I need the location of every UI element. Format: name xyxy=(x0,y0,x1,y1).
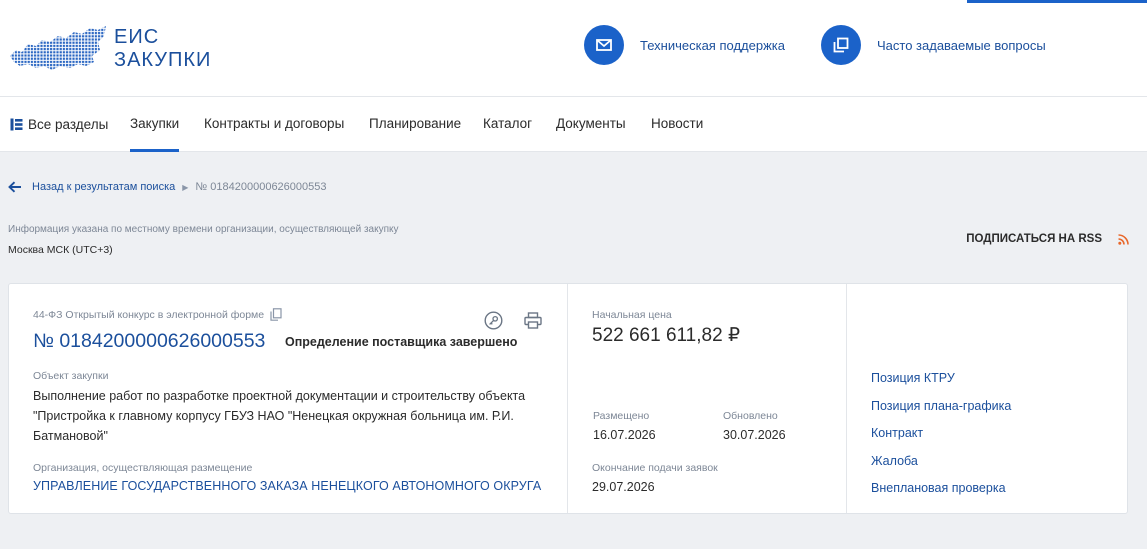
nav-item-contracts[interactable]: Контракты и договоры xyxy=(204,97,344,152)
eis-logo[interactable]: ЕИС ЗАКУПКИ xyxy=(8,22,228,78)
timezone-note: Информация указана по местному времени о… xyxy=(8,224,399,235)
breadcrumb-current: № 0184200000626000553 xyxy=(195,181,327,193)
rss-icon xyxy=(1118,233,1129,245)
nav-item-planning[interactable]: Планирование xyxy=(369,97,461,152)
breadcrumb: Назад к результатам поиска ▶ № 018420000… xyxy=(8,178,327,196)
copy-icon[interactable] xyxy=(270,308,282,321)
printer-icon[interactable] xyxy=(523,310,543,330)
russia-map-logo-icon xyxy=(10,26,106,70)
placed-date: 16.07.2026 xyxy=(593,428,656,442)
faq-label: Часто задаваемые вопросы xyxy=(877,37,1046,53)
nav-item-news[interactable]: Новости xyxy=(651,97,703,152)
sections-icon xyxy=(10,118,23,131)
site-header: ЕИС ЗАКУПКИ Техническая поддержка Часто … xyxy=(0,0,1147,97)
card-divider xyxy=(567,284,568,513)
faq-link[interactable]: Часто задаваемые вопросы xyxy=(821,24,1046,66)
card-divider xyxy=(846,284,847,513)
link-ktru-position[interactable]: Позиция КТРУ xyxy=(871,369,1011,397)
back-to-results-link[interactable]: Назад к результатам поиска xyxy=(32,181,175,193)
support-label: Техническая поддержка xyxy=(640,37,785,53)
logo-text: ЕИС ЗАКУПКИ xyxy=(114,26,211,72)
header-accent-bar xyxy=(967,0,1147,3)
logo-line-2: ЗАКУПКИ xyxy=(114,49,212,71)
purchase-card: 44-ФЗ Открытый конкурс в электронной фор… xyxy=(8,283,1128,514)
updated-label: Обновлено xyxy=(723,410,778,422)
chevron-right-icon: ▶ xyxy=(182,182,189,192)
object-label: Объект закупки xyxy=(33,370,109,382)
purchase-status: Определение поставщика завершено xyxy=(285,335,518,349)
nav-item-documents[interactable]: Документы xyxy=(556,97,626,152)
nav-item-purchases[interactable]: Закупки xyxy=(130,97,180,152)
purchase-number[interactable]: № 0184200000626000553 xyxy=(33,330,265,353)
key-icon[interactable] xyxy=(483,310,503,330)
deadline-date: 29.07.2026 xyxy=(592,480,655,494)
arrow-left-icon[interactable] xyxy=(8,181,22,193)
organization-label: Организация, осуществляющая размещение xyxy=(33,462,253,474)
link-complaint[interactable]: Жалоба xyxy=(871,452,1011,480)
law-type-label: 44-ФЗ Открытый конкурс в электронной фор… xyxy=(33,308,265,321)
main-nav: Все разделы Закупки Контракты и договоры… xyxy=(0,97,1147,152)
nav-item-label: Все разделы xyxy=(28,117,109,132)
updated-date: 30.07.2026 xyxy=(723,428,786,442)
price-label: Начальная цена xyxy=(592,309,672,321)
placed-label: Размещено xyxy=(593,410,650,422)
timezone-value: Москва МСК (UTC+3) xyxy=(8,244,113,256)
link-contract[interactable]: Контракт xyxy=(871,424,1011,452)
rss-label: ПОДПИСАТЬСЯ НА RSS xyxy=(966,233,1102,245)
deadline-label: Окончание подачи заявок xyxy=(592,462,718,474)
support-link[interactable]: Техническая поддержка xyxy=(584,24,785,66)
windows-icon xyxy=(821,25,861,65)
organization-name-link[interactable]: УПРАВЛЕНИЕ ГОСУДАРСТВЕННОГО ЗАКАЗА НЕНЕЦ… xyxy=(33,479,541,493)
nav-item-catalog[interactable]: Каталог xyxy=(483,97,532,152)
link-plan-schedule-position[interactable]: Позиция плана-графика xyxy=(871,397,1011,425)
object-text: Выполнение работ по разработке проектной… xyxy=(33,389,526,443)
price-value: 522 661 611,82 ₽ xyxy=(592,325,741,346)
related-links: Позиция КТРУ Позиция плана-графика Контр… xyxy=(871,369,1011,507)
law-type: 44-ФЗ Открытый конкурс в электронной фор… xyxy=(33,308,282,321)
nav-item-all-sections[interactable]: Все разделы xyxy=(10,97,108,152)
logo-line-1: ЕИС xyxy=(114,26,160,48)
link-unscheduled-inspection[interactable]: Внеплановая проверка xyxy=(871,479,1011,507)
envelope-icon xyxy=(584,25,624,65)
rss-subscribe[interactable]: ПОДПИСАТЬСЯ НА RSS xyxy=(966,233,1129,245)
